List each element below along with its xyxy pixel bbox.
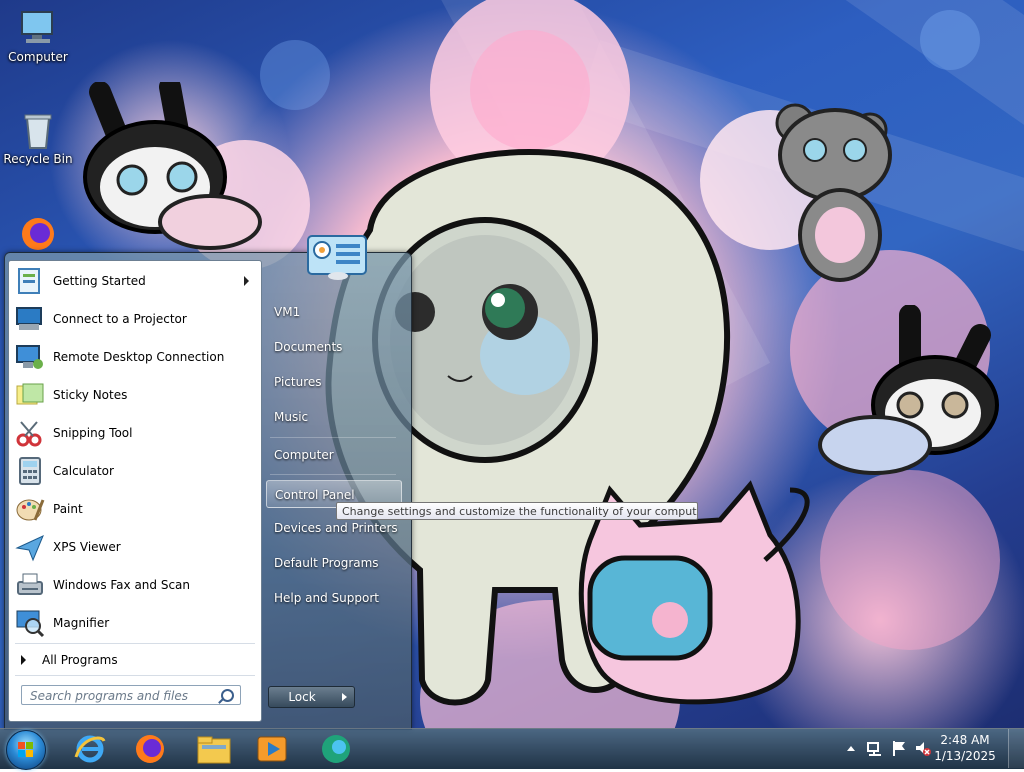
computer-icon: [18, 8, 58, 48]
search-input[interactable]: Search programs and files: [21, 685, 241, 705]
taskbar-firefox[interactable]: [130, 731, 170, 767]
program-label: Remote Desktop Connection: [53, 350, 225, 364]
program-sticky-notes[interactable]: Sticky Notes: [9, 377, 261, 413]
program-getting-started[interactable]: Getting Started: [9, 263, 261, 299]
program-label: Snipping Tool: [53, 426, 133, 440]
xps-viewer-icon: [15, 532, 45, 562]
media-player-icon: [257, 736, 287, 762]
projector-icon: [15, 304, 45, 334]
program-calculator[interactable]: Calculator: [9, 453, 261, 489]
program-magnifier[interactable]: Magnifier: [9, 605, 261, 641]
program-fax-and-scan[interactable]: Windows Fax and Scan: [9, 567, 261, 603]
start-right-documents[interactable]: Documents: [266, 333, 402, 361]
fax-scan-icon: [15, 570, 45, 600]
program-label: XPS Viewer: [53, 540, 121, 554]
windows-logo-icon: [18, 742, 33, 757]
remote-desktop-icon: [15, 342, 45, 372]
taskbar-file-explorer[interactable]: [194, 731, 234, 767]
program-label: Magnifier: [53, 616, 110, 630]
shutdown-options-arrow-icon[interactable]: [334, 686, 355, 708]
recycle-bin-icon: [18, 110, 58, 150]
clock-time: 2:48 AM: [940, 733, 990, 747]
program-snipping-tool[interactable]: Snipping Tool: [9, 415, 261, 451]
separator: [15, 675, 255, 676]
search-placeholder: Search programs and files: [30, 689, 188, 703]
desktop-icon-firefox[interactable]: [0, 214, 76, 256]
edge-icon: [322, 735, 350, 763]
show-desktop-button[interactable]: [1008, 729, 1024, 768]
all-programs-label: All Programs: [42, 653, 118, 667]
start-right-default-programs[interactable]: Default Programs: [266, 549, 402, 577]
taskbar-edge[interactable]: [316, 731, 356, 767]
desktop-icon-label: Recycle Bin: [3, 152, 73, 166]
all-programs-button[interactable]: All Programs: [9, 649, 261, 671]
program-label: Windows Fax and Scan: [53, 578, 191, 592]
program-connect-to-projector[interactable]: Connect to a Projector: [9, 301, 261, 337]
getting-started-icon: [15, 266, 45, 296]
separator: [15, 643, 255, 644]
taskbar-internet-explorer[interactable]: [70, 731, 110, 767]
program-label: Connect to a Projector: [53, 312, 187, 326]
separator: [270, 474, 396, 475]
show-hidden-icons-arrow-icon[interactable]: [846, 738, 856, 758]
internet-explorer-icon: [74, 735, 106, 763]
snipping-tool-icon: [15, 418, 45, 448]
network-icon[interactable]: [866, 738, 884, 758]
start-right-user[interactable]: VM1: [266, 298, 402, 326]
desktop-icon-computer[interactable]: Computer: [0, 8, 76, 64]
magnifier-icon: [15, 608, 45, 638]
clock-date: 1/13/2025: [934, 749, 996, 763]
desktop-icon-label: Computer: [8, 50, 68, 64]
start-right-help-support[interactable]: Help and Support: [266, 584, 402, 612]
start-button[interactable]: [6, 730, 46, 770]
start-right-music[interactable]: Music: [266, 403, 402, 431]
submenu-arrow-icon: [244, 276, 249, 286]
taskbar-clock[interactable]: 2:48 AM 1/13/2025: [930, 732, 1000, 764]
program-label: Paint: [53, 502, 83, 516]
separator: [270, 437, 396, 438]
search-icon[interactable]: [221, 689, 234, 702]
program-remote-desktop[interactable]: Remote Desktop Connection: [9, 339, 261, 375]
program-xps-viewer[interactable]: XPS Viewer: [9, 529, 261, 565]
taskbar-media-player[interactable]: [252, 731, 292, 767]
start-right-pictures[interactable]: Pictures: [266, 368, 402, 396]
desktop-icon-recycle-bin[interactable]: Recycle Bin: [0, 110, 76, 166]
program-label: Sticky Notes: [53, 388, 128, 402]
firefox-icon: [136, 735, 164, 763]
lock-button[interactable]: Lock: [268, 686, 336, 708]
program-label: Getting Started: [53, 274, 146, 288]
control-panel-icon: [306, 234, 368, 280]
start-menu-programs-pane: Getting Started Connect to a Projector R…: [8, 260, 262, 722]
firefox-icon: [18, 214, 58, 254]
file-explorer-icon: [197, 736, 231, 764]
program-paint[interactable]: Paint: [9, 491, 261, 527]
control-panel-tooltip: Change settings and customize the functi…: [336, 502, 698, 520]
start-right-computer[interactable]: Computer: [266, 441, 402, 469]
calculator-icon: [15, 456, 45, 486]
sticky-notes-icon: [15, 380, 45, 410]
program-label: Calculator: [53, 464, 114, 478]
expand-arrow-icon: [21, 655, 26, 665]
action-center-flag-icon[interactable]: [890, 738, 908, 758]
paint-icon: [15, 494, 45, 524]
